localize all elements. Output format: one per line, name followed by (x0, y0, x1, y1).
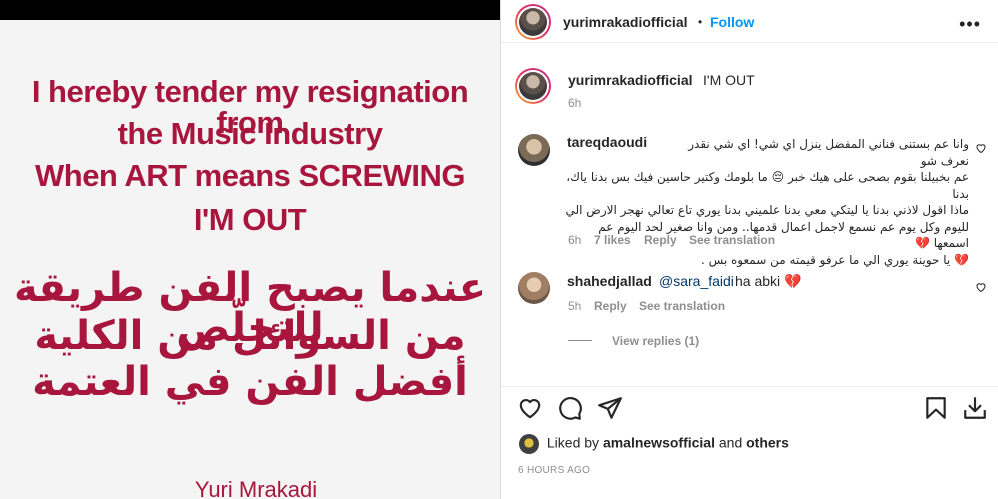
likes-conj: and (718, 434, 743, 451)
image-signature: Yuri Mrakadi (194, 477, 318, 499)
comment-likes[interactable]: 7 likes (594, 233, 631, 247)
post-header: yurimrakadiofficial • Follow ••• (501, 0, 998, 43)
instagram-post-view: I hereby tender my resignation from the … (0, 0, 998, 499)
image-arabic-line-3: أفضل الفن في العتمة (32, 359, 468, 405)
comment-like-icon[interactable] (975, 142, 987, 154)
action-bar (501, 386, 998, 426)
view-replies-button[interactable]: View replies (1) (612, 334, 699, 348)
caption-avatar[interactable] (515, 68, 551, 104)
post-side-panel: yurimrakadiofficial • Follow ••• yurimra… (500, 0, 998, 499)
share-icon[interactable] (597, 395, 623, 421)
caption-text: I'M OUT (703, 72, 755, 88)
comment-text: وانا عم بستنى فناني المفضل ينزل اي شي! ا… (565, 137, 970, 267)
image-arabic-line-2: من السوائل من الكلية (34, 313, 466, 359)
comment-icon[interactable] (557, 395, 583, 421)
more-options-icon[interactable]: ••• (959, 14, 981, 35)
comment-username[interactable]: shahedjallad (567, 273, 652, 289)
likes-others[interactable]: others (746, 435, 789, 451)
comment-like-icon[interactable] (975, 281, 987, 293)
likes-prefix: Liked by (546, 434, 600, 451)
see-translation-button[interactable]: See translation (689, 233, 775, 247)
reply-button[interactable]: Reply (644, 233, 677, 247)
see-translation-button[interactable]: See translation (639, 299, 725, 313)
comment-text: ha abki 💔 (735, 273, 802, 289)
comment-avatar[interactable] (518, 134, 550, 166)
comment-mention[interactable]: @sara_faidi (659, 273, 734, 289)
post-image[interactable]: I hereby tender my resignation from the … (0, 0, 500, 499)
comment-time: 5h (568, 299, 582, 313)
comment-avatar[interactable] (518, 272, 550, 304)
follow-button[interactable]: Follow (710, 14, 754, 30)
likes-user[interactable]: amalnewsofficial (603, 435, 715, 451)
comment-time: 6h (568, 233, 582, 247)
caption-time: 6h (568, 96, 582, 110)
image-top-bar (0, 0, 500, 20)
header-username[interactable]: yurimrakadiofficial (563, 14, 688, 30)
view-replies-line (568, 340, 592, 341)
likes-summary: Liked by amalnewsofficial and others (519, 434, 789, 454)
download-icon[interactable] (962, 395, 988, 421)
liker-avatar[interactable] (519, 434, 539, 454)
image-english-line-2: the Music Industry (117, 116, 383, 151)
author-avatar[interactable] (515, 4, 551, 40)
reply-button[interactable]: Reply (594, 299, 627, 313)
image-english-line-4: I'M OUT (193, 202, 307, 237)
posted-time[interactable]: 6 HOURS AGO (518, 465, 590, 476)
header-separator: • (698, 15, 703, 29)
image-english-line-3: When ART means SCREWING (35, 158, 466, 193)
caption-username[interactable]: yurimrakadiofficial (568, 72, 693, 88)
like-icon[interactable] (517, 395, 543, 421)
bookmark-icon[interactable] (923, 395, 949, 421)
